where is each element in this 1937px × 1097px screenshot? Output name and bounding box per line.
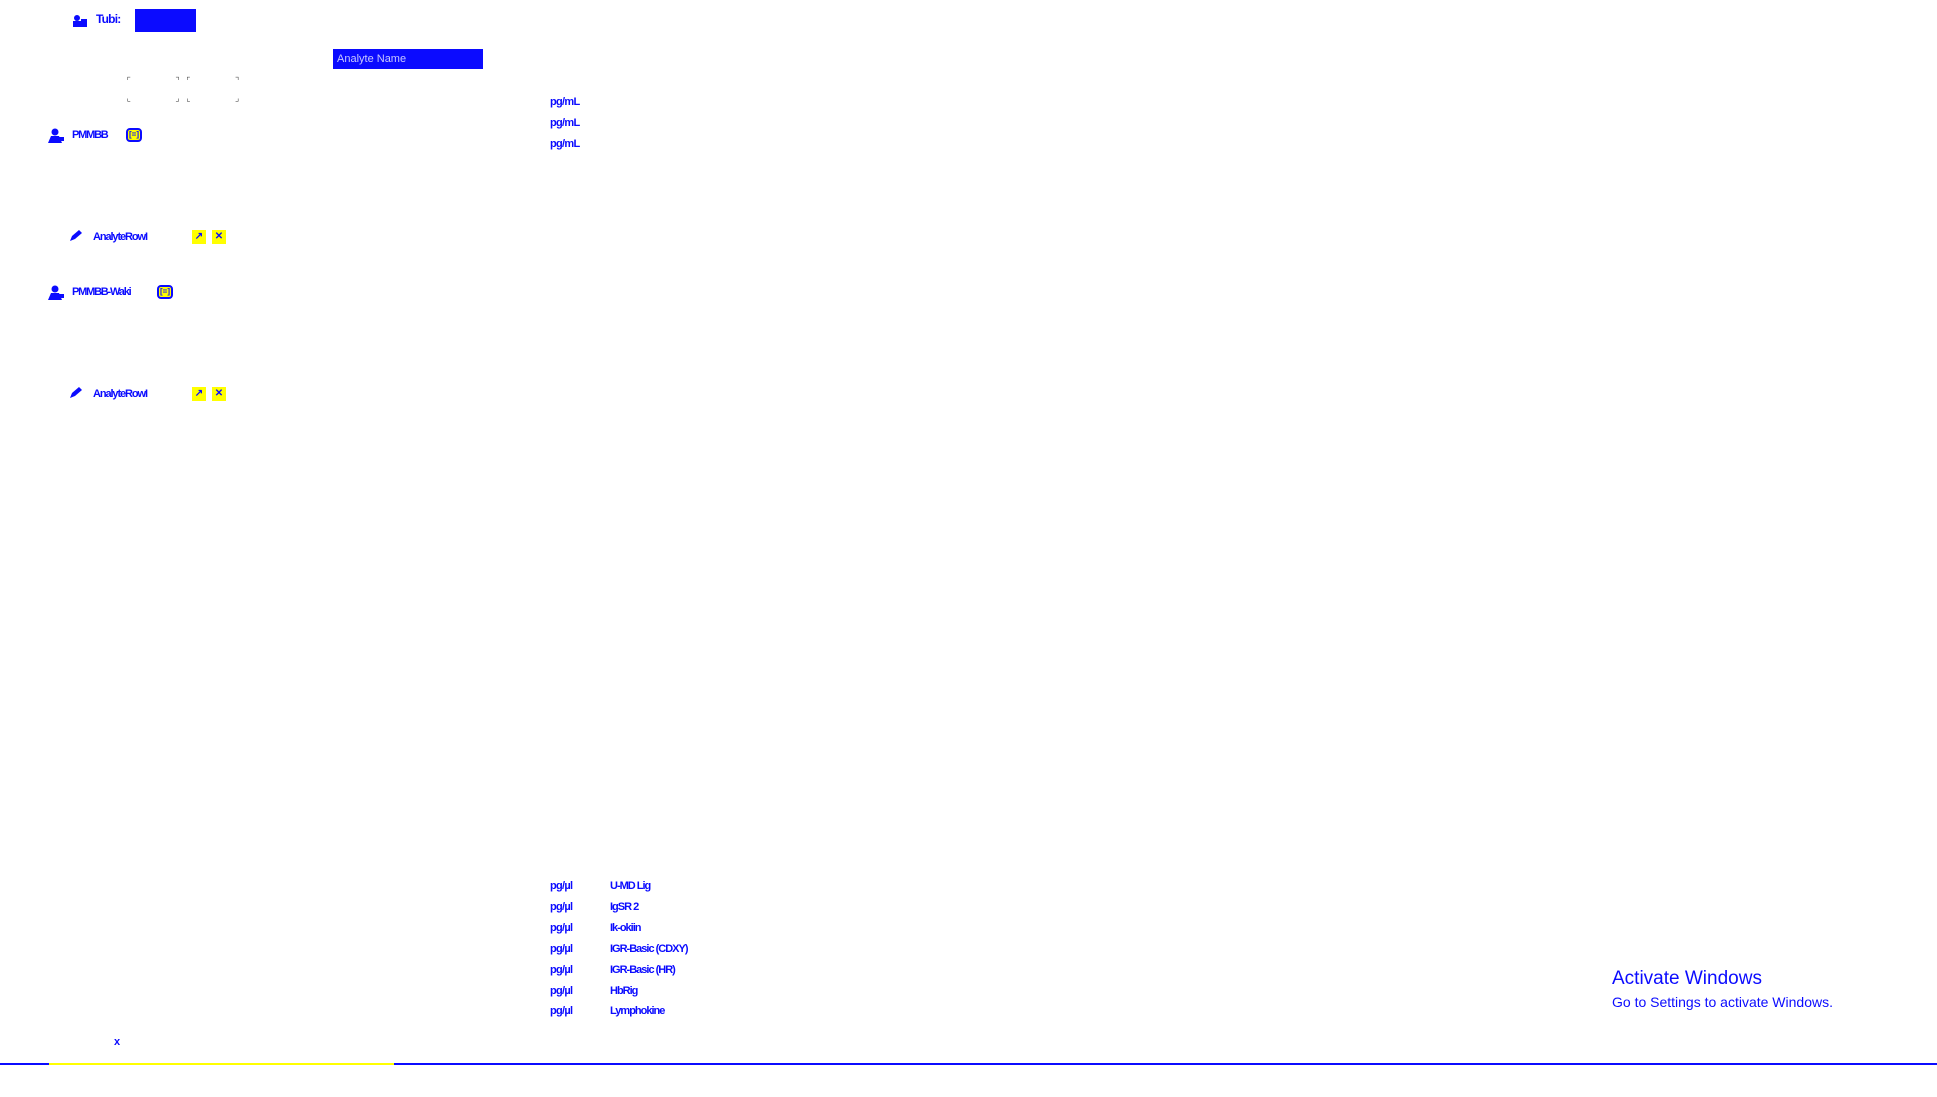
filter-box-left-bottom[interactable]: ⌞ ⌟ ⌞ ⌟ <box>126 94 240 104</box>
watermark-title: Activate Windows <box>1612 968 1762 989</box>
analyte-option[interactable]: Lymphokine <box>610 1005 665 1017</box>
scroll-indicator[interactable] <box>49 1063 394 1065</box>
users-icon <box>73 15 87 27</box>
analyte-option[interactable]: U-MD Lig <box>610 880 651 892</box>
header-label: Tubi: <box>96 12 121 26</box>
analyte-row-label[interactable]: AnalyteRowI <box>93 231 148 243</box>
person-icon <box>48 128 64 143</box>
unit-label: pg/µl <box>550 880 573 892</box>
analyte-search-input[interactable] <box>333 49 483 69</box>
unit-label: pg/mL <box>550 96 580 108</box>
watermark-subtitle: Go to Settings to activate Windows. <box>1612 994 1833 1010</box>
pen-icon <box>70 230 82 241</box>
unit-label: pg/mL <box>550 138 580 150</box>
open-analyte-button[interactable]: ↗ <box>192 387 206 401</box>
list-item-clipped: pg/µl Lymphokine <box>550 1005 750 1018</box>
unit-label: pg/µl <box>550 985 573 997</box>
analyte-option[interactable]: IGR-Basic (HR) <box>610 964 676 976</box>
analyte-row-label[interactable]: AnalyteRowI <box>93 388 148 400</box>
header-selected-field[interactable] <box>135 9 196 32</box>
open-analyte-button[interactable]: ↗ <box>192 230 206 244</box>
unit-label: pg/µl <box>550 1005 573 1017</box>
participant-name[interactable]: PMMBB <box>72 129 109 141</box>
remove-analyte-button[interactable]: ✕ <box>212 387 226 401</box>
participant-name[interactable]: PMMBB-Waki <box>72 286 132 298</box>
unit-label: pg/µl <box>550 964 573 976</box>
remove-analyte-button[interactable]: ✕ <box>212 230 226 244</box>
filter-box-left-top[interactable]: ⌜ ⌝ ⌜ ⌝ <box>126 76 240 86</box>
analyte-option[interactable]: IgSR 2 <box>610 901 639 913</box>
pen-icon <box>70 387 82 398</box>
unit-label: pg/µl <box>550 943 573 955</box>
expand-toggle[interactable]: [=] <box>126 128 142 142</box>
expand-toggle[interactable]: [=] <box>157 285 173 299</box>
unit-label: pg/µl <box>550 901 573 913</box>
analyte-option[interactable]: HbRig <box>610 985 638 997</box>
unit-label: pg/mL <box>550 117 580 129</box>
close-icon[interactable]: x <box>114 1036 120 1048</box>
person-icon <box>48 285 64 300</box>
analyte-option[interactable]: IGR-Basic (CDXY) <box>610 943 689 955</box>
analyte-option[interactable]: Ik-okiin <box>610 922 642 934</box>
unit-label: pg/µl <box>550 922 573 934</box>
